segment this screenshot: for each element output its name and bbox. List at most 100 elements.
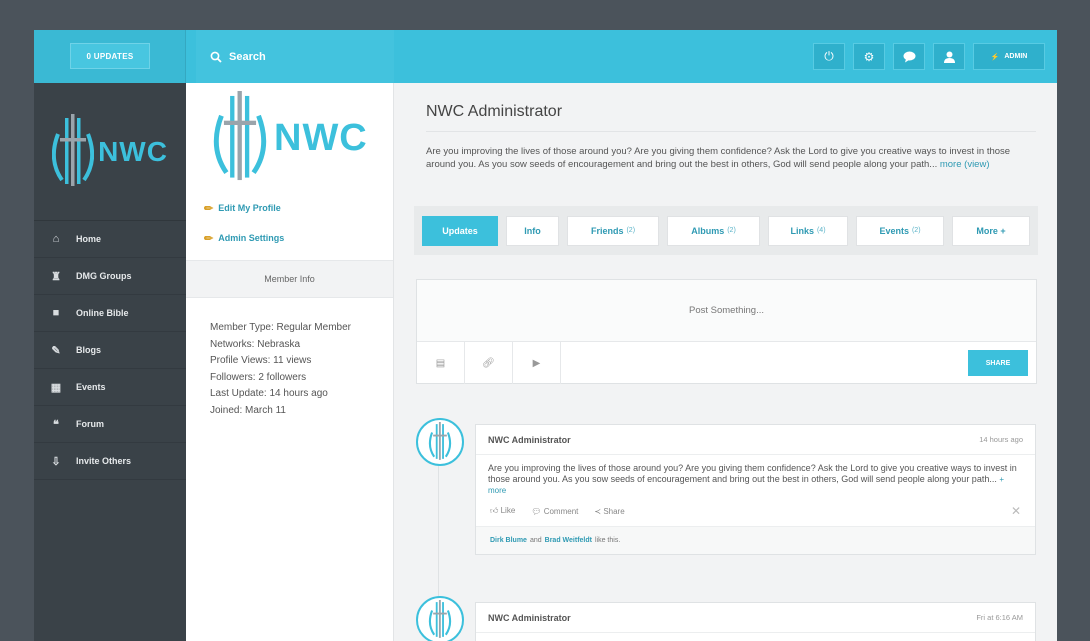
tab-label: Albums (691, 225, 725, 236)
tab-links[interactable]: Links (4) (768, 215, 848, 246)
post-placeholder: Post Something... (689, 305, 764, 316)
tab-count: (4) (816, 227, 826, 234)
profile-tabs: Updates Info Friends (2) Albums (2) Links(… (414, 206, 1038, 255)
top-bar: 0 UPDATES Search ⏻ ⚙ ⚡ ADMIN (34, 30, 1057, 83)
tab-count: (2) (626, 227, 636, 234)
comment-button[interactable]: 💬︎ Comment (531, 507, 578, 516)
likes-suffix: like this. (594, 537, 621, 544)
avatar[interactable] (416, 596, 464, 641)
tab-events[interactable]: Events (2) (856, 215, 944, 246)
member-type: Member Type: Regular Member (210, 322, 351, 333)
tab-updates[interactable]: Updates (422, 215, 498, 246)
share-icon: ≺ (594, 506, 602, 516)
share-post-button[interactable]: ≺ Share (594, 507, 624, 516)
profile-panel: NWC ✏ Edit My Profile ✏ Admin Settings M… (186, 83, 394, 641)
tab-info[interactable]: Info (506, 215, 559, 246)
thumbs-up-icon: 👍︎ (490, 506, 499, 515)
post-input[interactable]: Post Something... (417, 280, 1036, 342)
link-button[interactable]: 🔗︎ (465, 342, 513, 384)
tab-label: Info (524, 225, 541, 236)
admin-settings-link[interactable]: ✏ Admin Settings (186, 223, 393, 253)
sidebar-item-events[interactable]: ▦ Events (34, 369, 186, 406)
topbar-left: 0 UPDATES (34, 30, 186, 83)
profile-logo: NWC (186, 83, 393, 193)
like-button[interactable]: 👍︎ Like (490, 506, 515, 516)
sidebar-item-forum[interactable]: ❝ Forum (34, 406, 186, 443)
video-button[interactable]: ▶ (513, 342, 561, 384)
page-title: NWC Administrator (426, 103, 563, 120)
power-button[interactable]: ⏻ (813, 43, 845, 70)
tab-friends[interactable]: Friends (2) (567, 215, 659, 246)
sidebar-logo[interactable]: NWC (34, 83, 186, 221)
search-icon (210, 51, 222, 63)
comment-icon: 💬︎ (531, 506, 542, 516)
liker-link[interactable]: Dirk Blume (490, 537, 527, 544)
pencil-icon: ✏ (204, 232, 214, 245)
search-placeholder: Search (229, 50, 266, 63)
sidebar-item-label: Forum (76, 419, 104, 429)
sidebar-item-label: Online Bible (76, 308, 129, 318)
post-toolbar: ▤ 🔗︎ ▶ SHARE (417, 342, 1036, 384)
chat-icon (903, 51, 915, 62)
app-window: 0 UPDATES Search ⏻ ⚙ ⚡ ADMIN NWC ⌂ Home … (34, 30, 1057, 641)
post-author[interactable]: NWC Administrator (488, 435, 571, 445)
sidebar-item-label: DMG Groups (76, 271, 132, 281)
member-info-list: Member Type: Regular Member Networks: Ne… (186, 298, 393, 419)
admin-settings-label: Admin Settings (218, 233, 285, 243)
tab-label: Events (879, 225, 909, 236)
post-author[interactable]: NWC Administrator (488, 613, 571, 623)
likes-and: and (529, 537, 542, 544)
tab-more[interactable]: More + (952, 215, 1030, 246)
sidebar-item-dmg-groups[interactable]: ♜ DMG Groups (34, 258, 186, 295)
edit-profile-link[interactable]: ✏ Edit My Profile (186, 193, 393, 223)
post-likes: Dirk Blume and Brad Weitfeldt like this. (476, 526, 1035, 554)
sidebar-item-label: Invite Others (76, 456, 132, 466)
sidebar-item-invite-others[interactable]: ⇩ Invite Others (34, 443, 186, 480)
link-icon: 🔗︎ (482, 357, 495, 369)
avatar[interactable] (416, 418, 464, 466)
messages-button[interactable] (893, 43, 925, 70)
photo-button[interactable]: ▤ (417, 342, 465, 384)
edit-profile-label: Edit My Profile (218, 203, 281, 213)
blog-icon: ✎ (51, 344, 61, 357)
member-networks: Networks: Nebraska (210, 338, 301, 350)
feed-post: NWC Administrator 14 hours ago Are you i… (475, 424, 1036, 555)
tab-label: Links (790, 225, 814, 236)
profile-button[interactable] (933, 43, 965, 70)
sidebar-item-online-bible[interactable]: ■ Online Bible (34, 295, 186, 332)
topbar-actions: ⏻ ⚙ ⚡ ADMIN (813, 43, 1045, 70)
search-input[interactable]: Search (196, 30, 394, 83)
lightning-icon: ⚡ (990, 53, 1000, 61)
invite-icon: ⇩ (51, 455, 61, 468)
tab-label: Friends (590, 225, 624, 236)
sidebar-item-blogs[interactable]: ✎ Blogs (34, 332, 186, 369)
sidebar-item-label: Blogs (76, 345, 102, 355)
post-body: Are you improving the lives of those aro… (476, 455, 1035, 496)
calendar-icon: ▦ (50, 381, 62, 394)
like-label: Like (500, 506, 516, 515)
member-joined: Joined: March 11 (210, 404, 286, 416)
view-link[interactable]: (view) (964, 159, 989, 170)
liker-link[interactable]: Brad Weitfeldt (545, 537, 592, 544)
post-timestamp: Fri at 6:16 AM (976, 613, 1023, 622)
share-button[interactable]: SHARE (968, 350, 1028, 376)
tab-albums[interactable]: Albums (2) (667, 215, 760, 246)
tab-label: More + (976, 225, 1006, 236)
sidebar-item-home[interactable]: ⌂ Home (34, 221, 186, 258)
post-header: NWC Administrator Fri at 6:16 AM (476, 603, 1035, 633)
sidebar: NWC ⌂ Home ♜ DMG Groups ■ Online Bible ✎ Blo… (34, 83, 186, 641)
close-icon[interactable]: ✕ (1011, 504, 1021, 518)
settings-button[interactable]: ⚙ (853, 43, 885, 70)
post-composer: Post Something... ▤ 🔗︎ ▶ SHARE (416, 279, 1037, 384)
updates-button[interactable]: 0 UPDATES (70, 43, 150, 69)
post-timestamp: 14 hours ago (979, 435, 1023, 444)
profile-description: Are you improving the lives of those aro… (426, 146, 1026, 171)
profile-logo-text: NWC (274, 116, 368, 159)
admin-button[interactable]: ⚡ ADMIN (973, 43, 1045, 70)
tab-count: (2) (727, 227, 736, 234)
feed-post: NWC Administrator Fri at 6:16 AM (475, 602, 1036, 641)
more-link[interactable]: more (940, 159, 962, 170)
post-actions: 👍︎ Like 💬︎ Comment ≺ Share ✕ (476, 496, 1035, 526)
nwc-logo-icon (428, 422, 452, 460)
member-last-update: Last Update: 14 hours ago (210, 388, 328, 399)
